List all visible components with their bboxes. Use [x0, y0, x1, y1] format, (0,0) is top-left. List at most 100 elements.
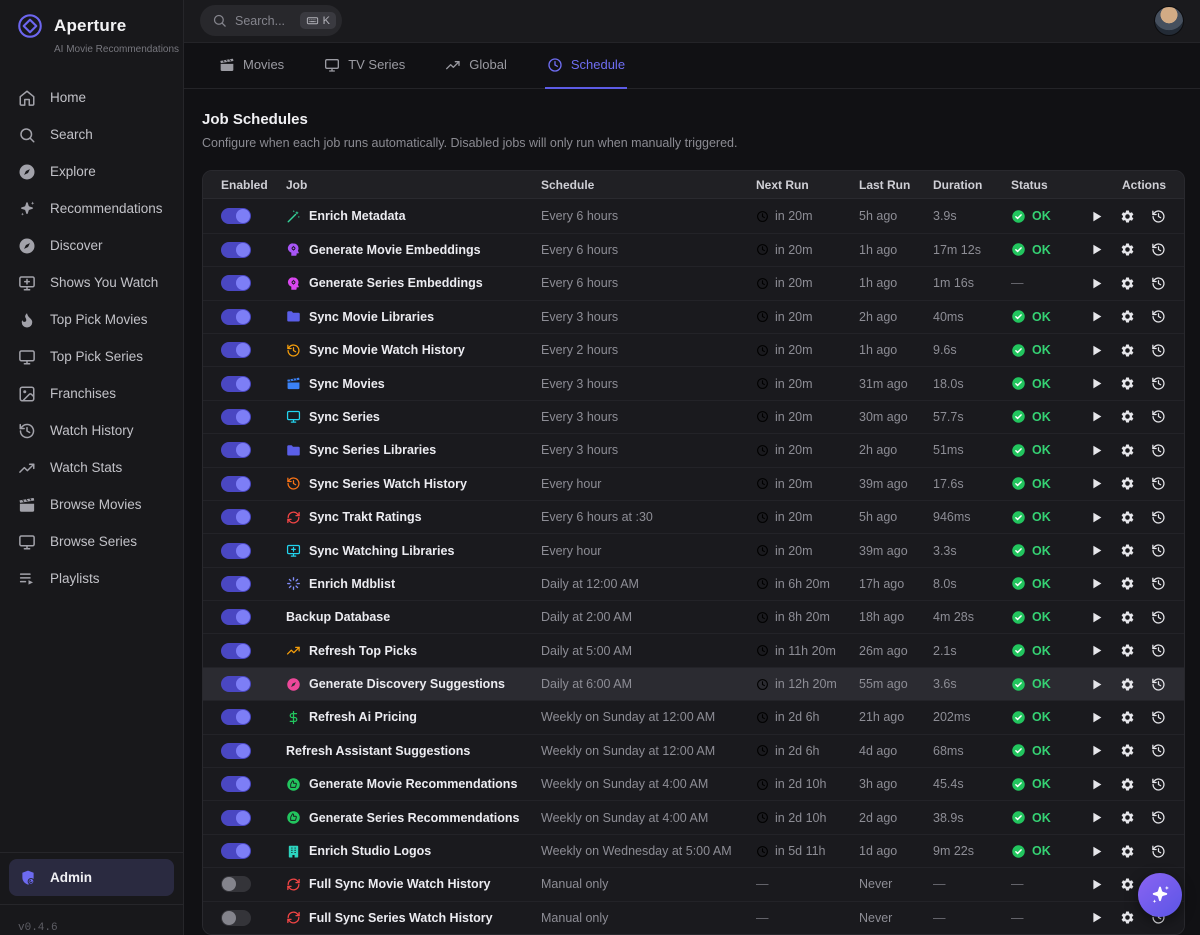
- job-settings-button[interactable]: [1120, 476, 1135, 491]
- job-run-history-button[interactable]: [1151, 276, 1166, 291]
- job-run-history-button[interactable]: [1151, 677, 1166, 692]
- enabled-toggle[interactable]: [221, 309, 251, 325]
- run-job-button[interactable]: [1089, 677, 1104, 692]
- run-job-button[interactable]: [1089, 443, 1104, 458]
- search-input[interactable]: Search... K: [200, 5, 342, 36]
- job-settings-button[interactable]: [1120, 576, 1135, 591]
- enabled-toggle[interactable]: [221, 409, 251, 425]
- run-job-button[interactable]: [1089, 343, 1104, 358]
- run-job-button[interactable]: [1089, 510, 1104, 525]
- table-row[interactable]: Enrich Mdblist Daily at 12:00 AM in 6h 2…: [203, 567, 1184, 600]
- run-job-button[interactable]: [1089, 476, 1104, 491]
- run-job-button[interactable]: [1089, 643, 1104, 658]
- job-run-history-button[interactable]: [1151, 710, 1166, 725]
- job-run-history-button[interactable]: [1151, 610, 1166, 625]
- job-settings-button[interactable]: [1120, 777, 1135, 792]
- job-settings-button[interactable]: [1120, 276, 1135, 291]
- table-row[interactable]: Sync Movie Libraries Every 3 hours in 20…: [203, 300, 1184, 333]
- job-run-history-button[interactable]: [1151, 576, 1166, 591]
- sidebar-item-watch-stats[interactable]: Watch Stats: [0, 449, 183, 486]
- sidebar-item-shows-you-watch[interactable]: Shows You Watch: [0, 264, 183, 301]
- run-job-button[interactable]: [1089, 743, 1104, 758]
- job-settings-button[interactable]: [1120, 844, 1135, 859]
- sidebar-item-top-pick-series[interactable]: Top Pick Series: [0, 338, 183, 375]
- job-settings-button[interactable]: [1120, 409, 1135, 424]
- table-row[interactable]: Generate Series Recommendations Weekly o…: [203, 800, 1184, 833]
- job-run-history-button[interactable]: [1151, 242, 1166, 257]
- sidebar-item-discover[interactable]: Discover: [0, 227, 183, 264]
- enabled-toggle[interactable]: [221, 876, 251, 892]
- enabled-toggle[interactable]: [221, 275, 251, 291]
- enabled-toggle[interactable]: [221, 208, 251, 224]
- enabled-toggle[interactable]: [221, 342, 251, 358]
- table-row[interactable]: Backup Database Daily at 2:00 AM in 8h 2…: [203, 600, 1184, 633]
- enabled-toggle[interactable]: [221, 476, 251, 492]
- job-run-history-button[interactable]: [1151, 743, 1166, 758]
- job-run-history-button[interactable]: [1151, 376, 1166, 391]
- job-settings-button[interactable]: [1120, 710, 1135, 725]
- job-run-history-button[interactable]: [1151, 443, 1166, 458]
- table-row[interactable]: Generate Series Embeddings Every 6 hours…: [203, 266, 1184, 299]
- table-row[interactable]: Refresh Ai Pricing Weekly on Sunday at 1…: [203, 700, 1184, 733]
- enabled-toggle[interactable]: [221, 376, 251, 392]
- table-row[interactable]: Sync Series Watch History Every hour in …: [203, 467, 1184, 500]
- job-run-history-button[interactable]: [1151, 343, 1166, 358]
- enabled-toggle[interactable]: [221, 810, 251, 826]
- sidebar-item-browse-series[interactable]: Browse Series: [0, 523, 183, 560]
- run-job-button[interactable]: [1089, 576, 1104, 591]
- job-run-history-button[interactable]: [1151, 309, 1166, 324]
- table-row[interactable]: Full Sync Movie Watch History Manual onl…: [203, 867, 1184, 900]
- job-run-history-button[interactable]: [1151, 510, 1166, 525]
- job-run-history-button[interactable]: [1151, 543, 1166, 558]
- enabled-toggle[interactable]: [221, 910, 251, 926]
- run-job-button[interactable]: [1089, 209, 1104, 224]
- table-row[interactable]: Refresh Assistant Suggestions Weekly on …: [203, 734, 1184, 767]
- table-row[interactable]: Generate Movie Recommendations Weekly on…: [203, 767, 1184, 800]
- enabled-toggle[interactable]: [221, 843, 251, 859]
- enabled-toggle[interactable]: [221, 442, 251, 458]
- sidebar-item-top-pick-movies[interactable]: Top Pick Movies: [0, 301, 183, 338]
- ai-assistant-fab[interactable]: [1138, 873, 1182, 917]
- run-job-button[interactable]: [1089, 610, 1104, 625]
- sidebar-item-explore[interactable]: Explore: [0, 153, 183, 190]
- job-run-history-button[interactable]: [1151, 844, 1166, 859]
- table-row[interactable]: Enrich Studio Logos Weekly on Wednesday …: [203, 834, 1184, 867]
- enabled-toggle[interactable]: [221, 509, 251, 525]
- run-job-button[interactable]: [1089, 877, 1104, 892]
- job-settings-button[interactable]: [1120, 510, 1135, 525]
- table-row[interactable]: Sync Watching Libraries Every hour in 20…: [203, 533, 1184, 566]
- sidebar-item-search[interactable]: Search: [0, 116, 183, 153]
- table-row[interactable]: Full Sync Series Watch History Manual on…: [203, 901, 1184, 934]
- tab-schedule[interactable]: Schedule: [545, 43, 627, 90]
- job-settings-button[interactable]: [1120, 643, 1135, 658]
- run-job-button[interactable]: [1089, 777, 1104, 792]
- job-settings-button[interactable]: [1120, 877, 1135, 892]
- sidebar-item-recommendations[interactable]: Recommendations: [0, 190, 183, 227]
- job-run-history-button[interactable]: [1151, 810, 1166, 825]
- job-settings-button[interactable]: [1120, 343, 1135, 358]
- run-job-button[interactable]: [1089, 810, 1104, 825]
- run-job-button[interactable]: [1089, 910, 1104, 925]
- table-row[interactable]: Sync Trakt Ratings Every 6 hours at :30 …: [203, 500, 1184, 533]
- job-settings-button[interactable]: [1120, 309, 1135, 324]
- job-settings-button[interactable]: [1120, 743, 1135, 758]
- enabled-toggle[interactable]: [221, 643, 251, 659]
- enabled-toggle[interactable]: [221, 609, 251, 625]
- sidebar-item-home[interactable]: Home: [0, 79, 183, 116]
- table-row[interactable]: Enrich Metadata Every 6 hours in 20m 5h …: [203, 199, 1184, 232]
- run-job-button[interactable]: [1089, 242, 1104, 257]
- job-run-history-button[interactable]: [1151, 209, 1166, 224]
- table-row[interactable]: Generate Discovery Suggestions Daily at …: [203, 667, 1184, 700]
- enabled-toggle[interactable]: [221, 543, 251, 559]
- table-row[interactable]: Sync Series Every 3 hours in 20m 30m ago…: [203, 400, 1184, 433]
- sidebar-item-admin[interactable]: Admin: [9, 859, 174, 896]
- run-job-button[interactable]: [1089, 376, 1104, 391]
- run-job-button[interactable]: [1089, 276, 1104, 291]
- table-row[interactable]: Refresh Top Picks Daily at 5:00 AM in 11…: [203, 633, 1184, 666]
- brand[interactable]: Aperture: [0, 0, 183, 42]
- tab-movies[interactable]: Movies: [217, 43, 286, 90]
- table-row[interactable]: Generate Movie Embeddings Every 6 hours …: [203, 233, 1184, 266]
- enabled-toggle[interactable]: [221, 776, 251, 792]
- sidebar-item-watch-history[interactable]: Watch History: [0, 412, 183, 449]
- enabled-toggle[interactable]: [221, 242, 251, 258]
